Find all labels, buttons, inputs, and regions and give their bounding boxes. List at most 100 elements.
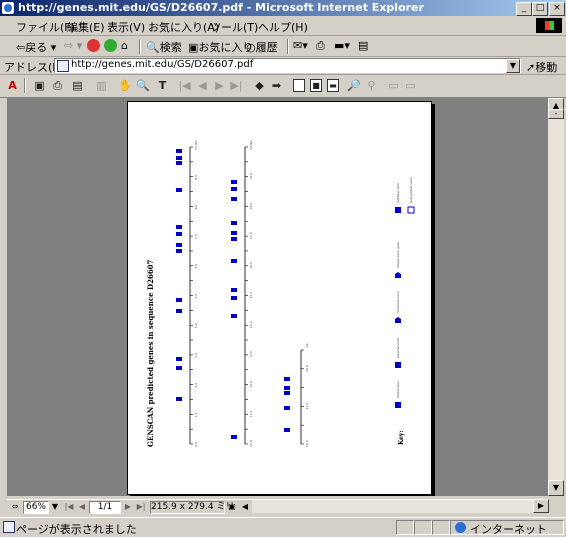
close-button[interactable]: × xyxy=(549,2,565,16)
menu-tools[interactable]: ツール(T) xyxy=(210,19,258,35)
navigation-toolbar: ⇦戻る ▾ ⇨ ▾ ⌂ 🔍検索 ▣お気に入り ◴履歴 ✉▾ ⎙ ▬▾ ▤ xyxy=(0,36,566,57)
scroll-left-icon[interactable]: ◀ xyxy=(240,501,250,512)
first-page-button[interactable]: |◀ xyxy=(64,501,74,512)
legend-label: Optimal exon xyxy=(396,183,400,203)
refresh-icon[interactable] xyxy=(104,39,117,52)
axis-unit-label: kb xyxy=(305,343,309,347)
legend-label: Single-exon gene xyxy=(396,242,400,268)
scroll-thumb[interactable]: - xyxy=(548,109,564,119)
axis-tick-label: 0.0 xyxy=(194,442,198,447)
zoom-icon[interactable]: ⇔ xyxy=(10,501,20,512)
back-label: 戻る xyxy=(25,41,48,54)
exon-mark xyxy=(176,298,182,302)
axis-tick-label: 12.0 xyxy=(249,381,253,388)
maximize-button[interactable]: □ xyxy=(532,2,548,16)
go-label: 移動 xyxy=(535,61,558,74)
menu-view[interactable]: 表示(V) xyxy=(107,19,145,35)
history-button[interactable]: ◴履歴 xyxy=(246,39,278,55)
exon-mark xyxy=(231,435,237,439)
back-button[interactable]: ⇦戻る ▾ xyxy=(16,39,56,55)
menu-favorites[interactable]: お気に入り(A) xyxy=(148,19,219,35)
save-icon[interactable]: ▣ xyxy=(33,79,46,92)
text-select-icon[interactable]: T xyxy=(156,79,169,92)
navigation-pane-icon[interactable]: ▤ xyxy=(71,79,84,92)
address-dropdown-icon[interactable]: ▼ xyxy=(506,59,520,73)
exon-mark xyxy=(176,309,182,313)
next-page-button[interactable]: ▶ xyxy=(123,501,133,512)
go-button[interactable]: ➚移動 xyxy=(526,59,557,75)
menu-edit[interactable]: 編集(E) xyxy=(67,19,105,35)
windows-logo-icon xyxy=(536,18,562,33)
axis-tick-label: 7.0 xyxy=(194,234,198,239)
exon-mark xyxy=(176,232,182,236)
find-icon[interactable]: 🔎 xyxy=(347,79,361,92)
minimize-button[interactable]: _ xyxy=(516,2,532,16)
web-search-icon[interactable]: ⚲ xyxy=(365,79,378,92)
separator xyxy=(287,39,289,54)
page-layout-button[interactable]: ▣ xyxy=(227,501,237,512)
zoom-field[interactable]: 66% xyxy=(23,501,49,514)
exon-mark xyxy=(176,397,182,401)
axis-tick-label: 3.0 xyxy=(194,353,198,358)
search-label: 検索 xyxy=(159,41,182,54)
favorites-button[interactable]: ▣お気に入り xyxy=(188,39,253,55)
exon-mark xyxy=(231,314,237,318)
acrobat-icon[interactable]: A xyxy=(6,79,19,92)
exon-mark xyxy=(284,377,290,381)
mail-icon[interactable]: ✉▾ xyxy=(293,39,308,52)
home-icon[interactable]: ⌂ xyxy=(121,39,128,52)
axis-unit-label: kb xyxy=(194,140,198,144)
address-input[interactable]: http://genes.mit.edu/GS/D26607.pdf xyxy=(54,58,521,73)
page-number-field[interactable]: 1/1 xyxy=(89,501,121,514)
scroll-right-icon[interactable]: ▶ xyxy=(533,499,549,513)
legend-swatch xyxy=(395,362,401,368)
history-label: 履歴 xyxy=(255,41,278,54)
next-page-icon[interactable]: ▶ xyxy=(213,79,226,92)
scroll-down-icon[interactable]: ▼ xyxy=(548,480,564,496)
legend-label: Initial exon xyxy=(396,381,400,398)
menu-bar: ファイル(F) 編集(E) 表示(V) お気に入り(A) ツール(T) ヘルプ(… xyxy=(0,17,566,36)
vertical-scrollbar[interactable]: ▲ - ▼ xyxy=(548,98,564,496)
go-back-icon[interactable]: ◆ xyxy=(253,79,266,92)
forward-button[interactable]: ⇨ ▾ xyxy=(64,39,82,52)
hand-tool-icon[interactable]: ✋ xyxy=(118,79,132,92)
last-page-button[interactable]: ▶| xyxy=(136,501,146,512)
axis-tick-label: 9.0 xyxy=(194,175,198,180)
go-forward-icon[interactable]: ➡ xyxy=(270,79,283,92)
ie-icon xyxy=(2,2,14,14)
page-layout-icon[interactable]: ▭ xyxy=(387,79,400,92)
pdf-viewer[interactable]: GENSCAN predicted genes in sequence D266… xyxy=(7,98,548,496)
axis-tick-label: 8.0 xyxy=(194,205,198,210)
last-page-icon[interactable]: ▶| xyxy=(230,79,243,92)
previous-page-icon[interactable]: ◀ xyxy=(196,79,209,92)
axis-tick-label: 6.0 xyxy=(194,264,198,269)
discuss-icon[interactable]: ▤ xyxy=(358,39,368,52)
edit-icon[interactable]: ▬▾ xyxy=(334,39,350,52)
legend-swatch xyxy=(407,206,415,214)
exon-mark xyxy=(176,357,182,361)
gene-plot: GENSCAN predicted genes in sequence D266… xyxy=(146,140,415,447)
print-icon[interactable]: ⎙ xyxy=(51,79,64,92)
horizontal-scrollbar[interactable]: ▶ xyxy=(252,499,549,513)
actual-size-icon[interactable] xyxy=(293,79,305,92)
axis-tick-label: 17.0 xyxy=(249,232,253,239)
zoom-tool-icon[interactable]: 🔍 xyxy=(136,79,150,92)
address-url: http://genes.mit.edu/GS/D26607.pdf xyxy=(71,59,254,70)
exon-mark xyxy=(176,249,182,253)
zoom-dropdown-icon[interactable]: ▼ xyxy=(50,501,60,512)
copy-icon[interactable]: ▥ xyxy=(95,79,108,92)
prev-page-button[interactable]: ◀ xyxy=(77,501,87,512)
continuous-layout-icon[interactable]: ▭ xyxy=(404,79,417,92)
first-page-icon[interactable]: |◀ xyxy=(178,79,191,92)
fit-page-icon[interactable]: ■ xyxy=(310,79,322,92)
exon-mark xyxy=(176,188,182,192)
pdf-toolbar: A ▣ ⎙ ▤ ▥ ✋ 🔍 T |◀ ◀ ▶ ▶| ◆ ➡ ■ ▬ 🔎 ⚲ ▭ … xyxy=(0,75,566,98)
menu-help[interactable]: ヘルプ(H) xyxy=(258,19,308,35)
address-bar: アドレス(D) http://genes.mit.edu/GS/D26607.p… xyxy=(0,57,566,75)
search-button[interactable]: 🔍検索 xyxy=(146,39,182,55)
plot-title: GENSCAN predicted genes in sequence D266… xyxy=(146,259,155,447)
axis-tick-label: 5.0 xyxy=(194,294,198,299)
stop-icon[interactable] xyxy=(87,39,100,52)
print-icon[interactable]: ⎙ xyxy=(316,39,325,53)
fit-width-icon[interactable]: ▬ xyxy=(327,79,339,92)
